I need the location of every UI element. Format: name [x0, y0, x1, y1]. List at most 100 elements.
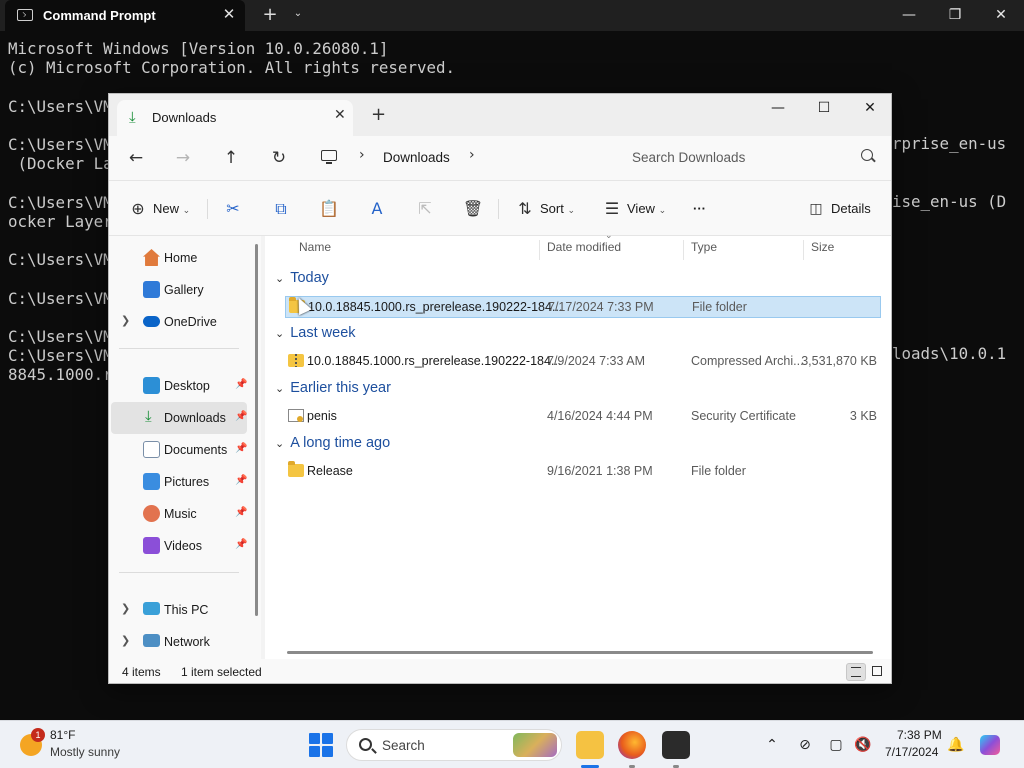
group-title: A long time ago — [290, 435, 391, 451]
notification-bell-icon[interactable]: 🔔 — [946, 735, 966, 755]
sidebar-item-music[interactable]: Music 📌 — [111, 498, 247, 530]
copilot-icon[interactable] — [980, 735, 1000, 755]
sidebar-scrollbar[interactable] — [255, 244, 258, 616]
maximize-button[interactable]: ☐ — [801, 94, 847, 124]
no-network-icon[interactable]: ⊘ — [795, 735, 815, 755]
group-header-earlier-this-year[interactable]: ⌄ Earlier this year — [275, 380, 391, 396]
share-icon[interactable]: ⇱ — [412, 196, 438, 222]
chevron-down-icon[interactable]: ⌄ — [275, 438, 284, 450]
taskbar-search-label: Search — [382, 738, 425, 753]
group-header-today[interactable]: ⌄ Today — [275, 270, 329, 286]
pin-icon[interactable]: 📌 — [235, 507, 247, 518]
maximize-button[interactable]: ❐ — [932, 0, 978, 31]
horizontal-scrollbar[interactable] — [287, 651, 873, 654]
table-row[interactable]: 10.0.18845.1000.rs_prerelease.190222-184… — [285, 296, 881, 318]
sidebar-item-network[interactable]: ❯ Network — [111, 626, 247, 658]
close-tab-icon[interactable]: ✕ — [334, 107, 346, 123]
group-header-last-week[interactable]: ⌄ Last week — [275, 325, 356, 341]
chevron-right-icon[interactable]: ❯ — [121, 314, 130, 327]
file-name: 10.0.18845.1000.rs_prerelease.190222-184… — [307, 354, 562, 368]
sidebar-item-this-pc[interactable]: ❯ This PC — [111, 594, 247, 626]
rename-icon[interactable]: A — [364, 196, 390, 222]
pin-icon[interactable]: 📌 — [235, 411, 247, 422]
terminal-taskbar-icon[interactable] — [662, 731, 690, 759]
sidebar-item-gallery[interactable]: Gallery — [111, 274, 247, 306]
chevron-right-icon[interactable]: › — [469, 147, 475, 163]
refresh-icon[interactable]: ↻ — [266, 146, 292, 170]
breadcrumb-downloads[interactable]: Downloads — [383, 150, 450, 165]
pin-icon[interactable]: 📌 — [235, 539, 247, 550]
sidebar-item-videos[interactable]: Videos 📌 — [111, 530, 247, 562]
sidebar-item-pictures[interactable]: Pictures 📌 — [111, 466, 247, 498]
taskbar-search[interactable]: Search — [346, 729, 562, 761]
display-icon[interactable]: ▢ — [826, 735, 846, 755]
add-icon[interactable]: ⊕ — [125, 196, 151, 222]
column-header-type[interactable]: Type — [691, 240, 717, 254]
chevron-up-icon[interactable]: ⌃ — [762, 735, 782, 755]
forward-arrow-icon[interactable]: → — [170, 146, 196, 170]
column-header-name[interactable]: Name — [299, 240, 331, 254]
pin-icon[interactable]: 📌 — [235, 443, 247, 454]
chevron-down-icon[interactable]: ⌄ — [275, 383, 284, 395]
sidebar-item-desktop[interactable]: Desktop 📌 — [111, 370, 247, 402]
details-pane-icon[interactable]: ◫ — [803, 196, 829, 222]
close-button[interactable]: ✕ — [847, 94, 891, 124]
table-row[interactable]: Release 9/16/2021 1:38 PM File folder — [285, 461, 881, 483]
tiles-view-icon[interactable] — [868, 663, 888, 681]
column-divider[interactable] — [539, 240, 540, 260]
address-bar[interactable]: › Downloads › — [311, 142, 607, 174]
start-button[interactable] — [309, 733, 333, 757]
sort-button[interactable]: Sort ⌄ — [540, 196, 575, 222]
chevron-down-icon[interactable]: ⌄ — [275, 328, 284, 340]
group-header-a-long-time-ago[interactable]: ⌄ A long time ago — [275, 435, 390, 451]
view-button[interactable]: View ⌄ — [627, 196, 666, 222]
chevron-down-icon[interactable]: ⌄ — [289, 8, 307, 19]
view-icon[interactable]: ☰ — [599, 196, 625, 222]
selection-count: 1 item selected — [181, 665, 262, 679]
pin-icon[interactable]: 📌 — [235, 379, 247, 390]
file-explorer-taskbar-icon[interactable] — [576, 731, 604, 759]
firefox-taskbar-icon[interactable] — [618, 731, 646, 759]
new-button[interactable]: New ⌄ — [153, 196, 190, 222]
column-divider[interactable] — [803, 240, 804, 260]
minimize-button[interactable]: — — [886, 0, 932, 31]
details-view-icon[interactable] — [846, 663, 866, 681]
new-tab-button[interactable]: + — [260, 4, 280, 25]
close-tab-icon[interactable]: ✕ — [219, 5, 239, 23]
chevron-down-icon[interactable]: ⌄ — [275, 273, 284, 285]
details-button[interactable]: Details — [831, 196, 871, 222]
pin-icon[interactable]: 📌 — [235, 475, 247, 486]
copy-icon[interactable]: ⧉ — [268, 196, 294, 222]
column-divider[interactable] — [683, 240, 684, 260]
column-header-date[interactable]: Date modified — [547, 240, 621, 254]
more-options-button[interactable]: ··· — [693, 196, 706, 222]
chevron-right-icon[interactable]: ❯ — [121, 602, 130, 615]
clock-date[interactable]: 7/17/2024 — [885, 745, 938, 759]
cut-icon[interactable]: ✂ — [220, 196, 246, 222]
clock-time[interactable]: 7:38 PM — [897, 728, 942, 742]
search-input[interactable]: Search Downloads — [619, 142, 883, 174]
new-tab-button[interactable]: + — [371, 104, 386, 125]
back-arrow-icon[interactable]: ← — [123, 146, 149, 170]
chevron-right-icon[interactable]: › — [359, 147, 365, 163]
column-header-size[interactable]: Size — [811, 240, 834, 254]
cmd-tab[interactable]: Command Prompt ✕ — [5, 0, 245, 31]
delete-icon[interactable]: 🗑 — [460, 196, 486, 222]
minimize-button[interactable]: — — [755, 94, 801, 124]
chevron-right-icon[interactable]: ❯ — [121, 634, 130, 647]
table-row[interactable]: 10.0.18845.1000.rs_prerelease.190222-184… — [285, 351, 881, 373]
sidebar-item-onedrive[interactable]: ❯ OneDrive — [111, 306, 247, 338]
sidebar-item-documents[interactable]: Documents 📌 — [111, 434, 247, 466]
sort-icon[interactable]: ⇅ — [512, 196, 538, 222]
table-row[interactable]: penis 4/16/2024 4:44 PM Security Certifi… — [285, 406, 881, 428]
file-date: 9/16/2021 1:38 PM — [547, 464, 653, 478]
close-button[interactable]: ✕ — [978, 0, 1024, 31]
sidebar-item-home[interactable]: Home — [111, 242, 247, 274]
file-name: penis — [307, 409, 337, 423]
paste-icon[interactable]: 📋 — [316, 196, 342, 222]
sidebar-item-downloads[interactable]: ⤓ Downloads 📌 — [111, 402, 247, 434]
explorer-tab[interactable]: ⤓ Downloads ✕ — [117, 100, 353, 136]
computer-icon[interactable] — [321, 150, 337, 164]
volume-muted-icon[interactable]: 🔇 — [853, 735, 873, 755]
up-arrow-icon[interactable]: ↑ — [218, 146, 244, 170]
